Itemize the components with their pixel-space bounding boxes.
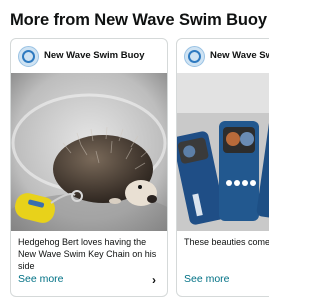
goggles-photo (177, 73, 269, 231)
hedgehog-photo (11, 73, 167, 231)
post-caption: Hedgehog Bert loves having the New Wave … (18, 237, 157, 271)
brand-name[interactable]: New Wave Swim Buoy (210, 50, 269, 61)
post-card[interactable]: New Wave Swim Buoy (176, 38, 269, 297)
post-carousel[interactable]: New Wave Swim Buoy Hedgehog Bert loves h… (0, 38, 269, 300)
card-header: New Wave Swim Buoy (177, 39, 269, 73)
brand-name[interactable]: New Wave Swim Buoy (44, 50, 144, 61)
section-title: More from New Wave Swim Buoy (10, 11, 267, 29)
chevron-right-icon[interactable]: › (152, 273, 156, 287)
post-image[interactable] (177, 73, 269, 231)
buoy-logo-icon[interactable] (18, 46, 39, 67)
post-card[interactable]: New Wave Swim Buoy (10, 38, 168, 297)
buoy-logo-icon[interactable] (184, 46, 205, 67)
see-more-link[interactable]: See more (184, 273, 230, 285)
card-header: New Wave Swim Buoy (11, 39, 167, 73)
post-image[interactable] (11, 73, 167, 231)
post-caption: These beauties come with a case and 4 in… (184, 237, 269, 247)
see-more-link[interactable]: See more (18, 273, 64, 285)
